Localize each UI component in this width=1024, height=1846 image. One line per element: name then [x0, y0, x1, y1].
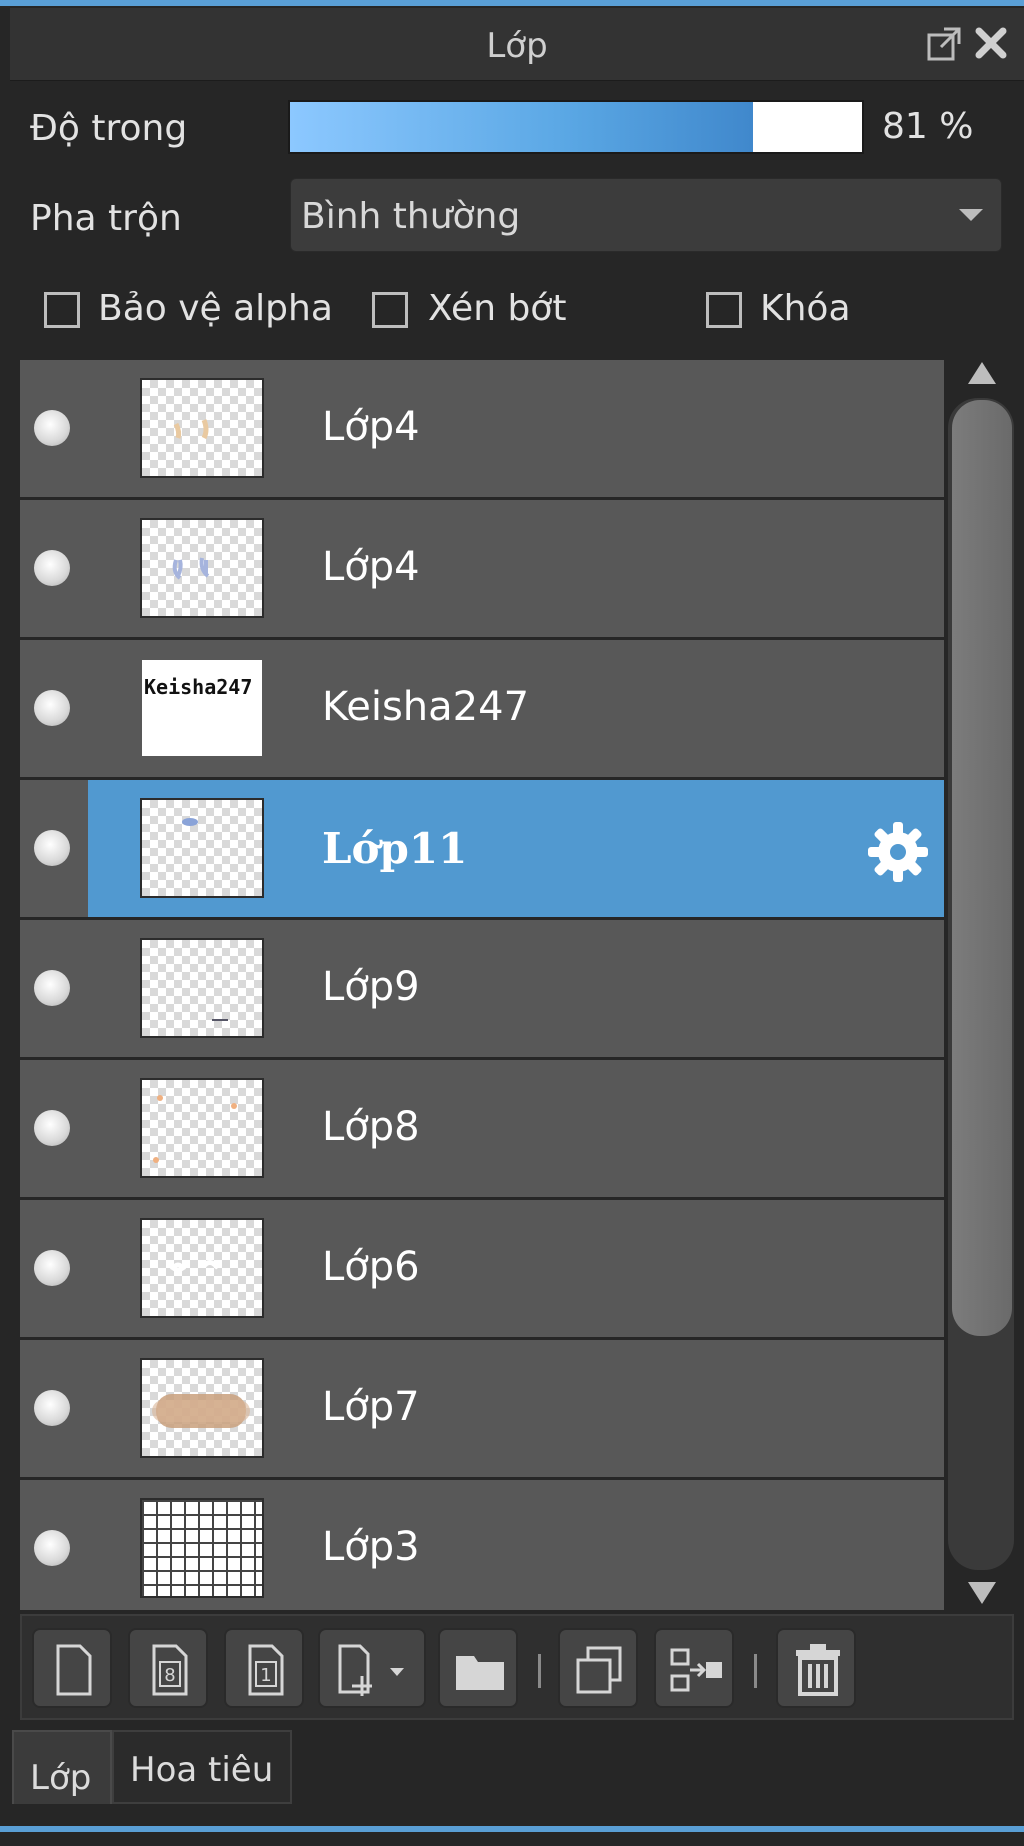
- layer-name: Lớp9: [322, 964, 420, 1010]
- new-folder-button[interactable]: [438, 1628, 518, 1708]
- new-8bit-layer-button[interactable]: 8: [128, 1628, 208, 1708]
- blend-mode-select[interactable]: Bình thường: [290, 178, 1002, 252]
- new-1bit-layer-button[interactable]: 1: [224, 1628, 304, 1708]
- blend-mode-value: Bình thường: [301, 196, 521, 237]
- tab-navigator[interactable]: Hoa tiêu: [112, 1730, 292, 1804]
- svg-text:8: 8: [164, 1665, 175, 1686]
- layer-name: Lớp4: [322, 404, 420, 450]
- clip-label: Xén bớt: [428, 288, 567, 329]
- gear-icon[interactable]: [866, 820, 930, 884]
- opacity-label: Độ trong: [30, 108, 188, 149]
- layer-thumbnail: [140, 938, 264, 1038]
- svg-text:1: 1: [260, 1665, 271, 1686]
- visibility-toggle[interactable]: [34, 830, 70, 866]
- layer-row[interactable]: Lớp4: [20, 500, 944, 640]
- layer-row[interactable]: Lớp8: [20, 1060, 944, 1200]
- toolbar-separator: [754, 1654, 757, 1688]
- scrollbar-thumb[interactable]: [952, 400, 1012, 1336]
- layer-name: Lớp4: [322, 544, 420, 590]
- lock-label: Khóa: [760, 288, 851, 329]
- layer-list: Lớp4 Lớp4 Keisha247 Hd247 Keisha247 Lớp1…: [20, 360, 944, 1610]
- tab-label: Hoa tiêu: [130, 1750, 274, 1790]
- merge-down-icon: [670, 1648, 722, 1692]
- layer-row[interactable]: Lớp7: [20, 1340, 944, 1480]
- panel-title: Lớp: [486, 26, 548, 66]
- new-layer-button[interactable]: [32, 1628, 112, 1708]
- layer-name: Lớp8: [322, 1104, 420, 1150]
- layer-thumbnail: [140, 518, 264, 618]
- scroll-up-arrow[interactable]: [968, 362, 996, 384]
- new-layer-icon: [56, 1644, 92, 1696]
- visibility-toggle[interactable]: [34, 970, 70, 1006]
- new-8bit-layer-icon: 8: [152, 1644, 188, 1696]
- blend-label: Pha trộn: [30, 198, 182, 239]
- layer-name: Lớp11: [322, 824, 468, 873]
- add-layer-dropdown-icon: [338, 1644, 404, 1696]
- scroll-down-arrow[interactable]: [968, 1582, 996, 1604]
- chevron-down-icon: [959, 209, 983, 221]
- trash-icon: [796, 1644, 840, 1696]
- layer-row[interactable]: Lớp4: [20, 360, 944, 500]
- duplicate-layer-button[interactable]: [558, 1628, 638, 1708]
- layer-row[interactable]: Lớp9: [20, 920, 944, 1060]
- layer-row[interactable]: Lớp6: [20, 1200, 944, 1340]
- delete-layer-button[interactable]: [776, 1628, 856, 1708]
- opacity-value: 81 %: [882, 106, 974, 147]
- opacity-slider-fill: [290, 102, 754, 152]
- layer-thumbnail: [140, 1218, 264, 1318]
- add-layer-dropdown-button[interactable]: [318, 1628, 426, 1708]
- duplicate-icon: [576, 1646, 622, 1694]
- close-icon[interactable]: [972, 24, 1010, 62]
- visibility-toggle[interactable]: [34, 1110, 70, 1146]
- layer-thumbnail: [140, 798, 264, 898]
- layer-name: Lớp7: [322, 1384, 420, 1430]
- panel-titlebar: Lớp: [10, 8, 1024, 81]
- layer-thumbnail: [140, 1358, 264, 1458]
- visibility-toggle[interactable]: [34, 410, 70, 446]
- protect-alpha-label: Bảo vệ alpha: [98, 288, 333, 329]
- layer-thumbnail: Keisha247 Hd247: [140, 658, 264, 758]
- visibility-toggle[interactable]: [34, 1390, 70, 1426]
- new-1bit-layer-icon: 1: [248, 1644, 284, 1696]
- popout-icon[interactable]: [926, 26, 962, 62]
- layer-name: Lớp6: [322, 1244, 420, 1290]
- layer-thumbnail: [140, 1498, 264, 1598]
- tab-layers[interactable]: Lớp: [12, 1730, 112, 1804]
- visibility-toggle[interactable]: [34, 1250, 70, 1286]
- thumb-text: Keisha247 Hd247: [144, 675, 262, 699]
- layer-name: Keisha247: [322, 684, 530, 730]
- folder-icon: [456, 1656, 504, 1690]
- layer-row[interactable]: Keisha247 Hd247 Keisha247: [20, 640, 944, 780]
- layer-thumbnail: [140, 378, 264, 478]
- toolbar-separator: [538, 1654, 541, 1688]
- visibility-toggle[interactable]: [34, 1530, 70, 1566]
- top-accent-line: [0, 0, 1024, 6]
- tab-label: Lớp: [30, 1758, 92, 1798]
- visibility-toggle[interactable]: [34, 690, 70, 726]
- bottom-accent-line: [0, 1826, 1024, 1832]
- merge-down-button[interactable]: [654, 1628, 734, 1708]
- layer-row[interactable]: Lớp3: [20, 1480, 944, 1610]
- layer-row-selected[interactable]: Lớp11: [20, 780, 944, 920]
- clip-checkbox[interactable]: [372, 292, 408, 328]
- layer-name: Lớp3: [322, 1524, 420, 1570]
- lock-checkbox[interactable]: [706, 292, 742, 328]
- opacity-slider[interactable]: [288, 100, 864, 154]
- protect-alpha-checkbox[interactable]: [44, 292, 80, 328]
- visibility-toggle[interactable]: [34, 550, 70, 586]
- layer-thumbnail: [140, 1078, 264, 1178]
